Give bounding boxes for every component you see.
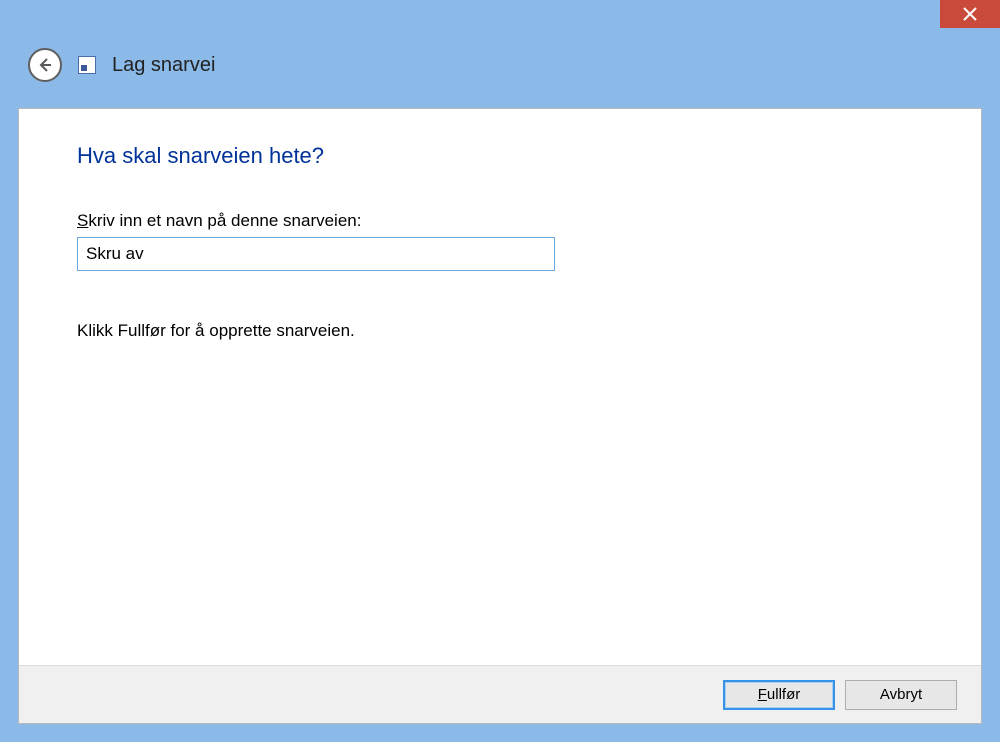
name-field-label: Skriv inn et navn på denne snarveien: bbox=[77, 211, 923, 231]
wizard-header: Lag snarvei bbox=[0, 38, 1000, 102]
finish-button[interactable]: Fullfør bbox=[723, 680, 835, 710]
back-arrow-icon bbox=[37, 57, 53, 73]
name-field-label-accel: S bbox=[77, 211, 88, 230]
content-panel: Hva skal snarveien hete? Skriv inn et na… bbox=[18, 108, 982, 724]
close-button[interactable] bbox=[940, 0, 1000, 28]
name-field-label-text: kriv inn et navn på denne snarveien: bbox=[88, 211, 361, 230]
wizard-instruction: Klikk Fullfør for å opprette snarveien. bbox=[77, 321, 923, 341]
close-icon bbox=[963, 7, 977, 21]
titlebar bbox=[0, 0, 1000, 38]
cancel-button[interactable]: Avbryt bbox=[845, 680, 957, 710]
back-button[interactable] bbox=[28, 48, 62, 82]
shortcut-name-input[interactable] bbox=[77, 237, 555, 271]
wizard-question: Hva skal snarveien hete? bbox=[77, 143, 923, 169]
finish-button-accel: F bbox=[758, 686, 767, 703]
wizard-footer: Fullfør Avbryt bbox=[19, 665, 981, 723]
content-body: Hva skal snarveien hete? Skriv inn et na… bbox=[19, 109, 981, 665]
finish-button-text: ullfør bbox=[767, 686, 800, 703]
shortcut-file-icon bbox=[78, 56, 96, 74]
wizard-title: Lag snarvei bbox=[112, 54, 215, 77]
